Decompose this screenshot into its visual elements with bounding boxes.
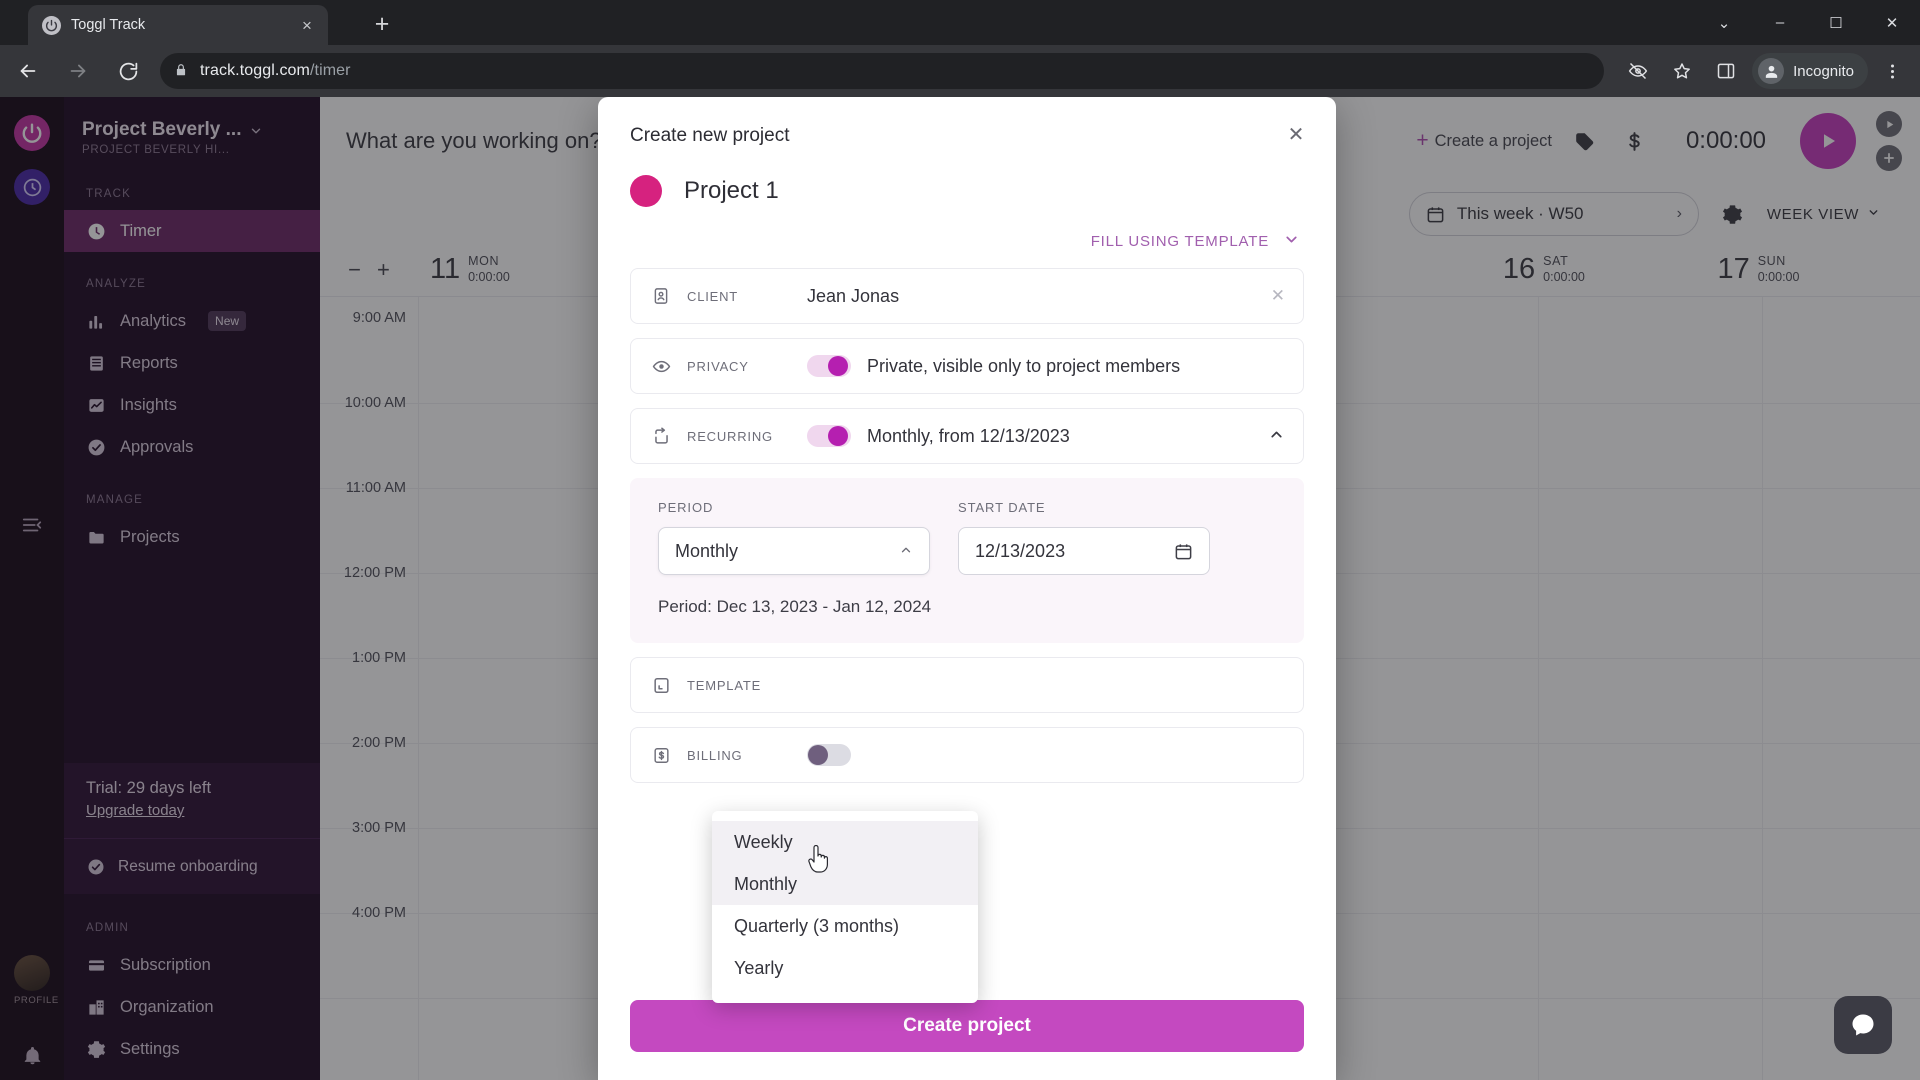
privacy-toggle[interactable] <box>807 355 851 377</box>
modal-fields: CLIENT Jean Jonas ✕ PRIVACY Private, vis… <box>598 252 1336 464</box>
omnibar-icons: Incognito <box>1618 51 1920 91</box>
create-project-button[interactable]: Create project <box>630 1000 1304 1052</box>
clear-client-icon[interactable]: ✕ <box>1271 286 1285 306</box>
fill-using-template-row: FILL USING TEMPLATE <box>598 207 1336 252</box>
incognito-profile-button[interactable]: Incognito <box>1752 53 1868 89</box>
project-name-row: Project 1 <box>598 147 1336 207</box>
window-controls: ⌄ – ☐ ✕ <box>1696 0 1920 45</box>
bookmark-star-icon[interactable] <box>1662 51 1702 91</box>
browser-tab[interactable]: Toggl Track × <box>28 5 328 45</box>
start-date-input[interactable]: 12/13/2023 <box>958 527 1210 575</box>
toggl-favicon-icon <box>42 15 61 35</box>
incognito-eye-icon[interactable] <box>1618 51 1658 91</box>
address-bar[interactable]: track.toggl.com/timer <box>160 53 1605 89</box>
chevron-down-icon <box>1283 231 1300 252</box>
side-panel-icon[interactable] <box>1706 51 1746 91</box>
recurring-period-summary: Period: Dec 13, 2023 - Jan 12, 2024 <box>658 597 932 616</box>
client-field[interactable]: CLIENT Jean Jonas ✕ <box>630 268 1304 324</box>
modal-title: Create new project <box>630 125 790 146</box>
fill-using-template-button[interactable]: FILL USING TEMPLATE <box>1091 231 1300 252</box>
period-label: PERIOD <box>658 500 714 515</box>
chevron-up-icon <box>899 543 913 560</box>
tab-close-icon[interactable]: × <box>296 17 318 34</box>
template-field-label: TEMPLATE <box>687 677 762 693</box>
period-option-quarterly[interactable]: Quarterly (3 months) <box>712 905 978 947</box>
window-minimize-button[interactable]: – <box>1752 0 1808 45</box>
period-option-yearly[interactable]: Yearly <box>712 947 978 989</box>
chevron-up-icon[interactable] <box>1268 426 1285 447</box>
period-option-monthly[interactable]: Monthly <box>712 863 978 905</box>
template-icon <box>651 675 671 695</box>
browser-window: Toggl Track × + ⌄ – ☐ ✕ track.toggl.com/… <box>0 0 1920 1080</box>
repeat-icon <box>651 426 671 446</box>
modal-footer: Create project <box>598 1000 1336 1080</box>
fill-using-template-label: FILL USING TEMPLATE <box>1090 233 1269 250</box>
privacy-field[interactable]: PRIVACY Private, visible only to project… <box>630 338 1304 394</box>
url-text: track.toggl.com/timer <box>200 62 351 79</box>
new-tab-button[interactable]: + <box>365 8 399 42</box>
close-icon[interactable]: ✕ <box>1284 125 1308 145</box>
modal-fields-lower: TEMPLATE BILLING <box>598 657 1336 783</box>
period-options-dropdown: Weekly Monthly Quarterly (3 months) Year… <box>712 811 978 1003</box>
billing-toggle[interactable] <box>807 744 851 766</box>
privacy-label: PRIVACY <box>687 358 749 374</box>
client-value: Jean Jonas <box>807 285 900 306</box>
recurring-value: Monthly, from 12/13/2023 <box>867 425 1070 446</box>
support-chat-button[interactable] <box>1834 996 1892 1054</box>
recurring-label: RECURRING <box>687 428 773 444</box>
window-maximize-button[interactable]: ☐ <box>1808 0 1864 45</box>
period-select[interactable]: Monthly <box>658 527 930 575</box>
client-label: CLIENT <box>687 288 739 304</box>
privacy-value: Private, visible only to project members <box>867 355 1181 376</box>
lock-icon <box>174 63 188 80</box>
browser-more-icon[interactable] <box>1872 51 1912 91</box>
billing-field[interactable]: BILLING <box>630 727 1304 783</box>
tab-title: Toggl Track <box>71 17 146 33</box>
page-viewport: PROFILE Project Beverly ... PROJECT BEVE… <box>0 97 1920 1080</box>
tab-strip: Toggl Track × + ⌄ – ☐ ✕ <box>0 0 1920 45</box>
start-date-label: START DATE <box>958 500 1046 515</box>
window-close-button[interactable]: ✕ <box>1864 0 1920 45</box>
chrome-menu-chevron-icon[interactable]: ⌄ <box>1696 0 1752 45</box>
eye-icon <box>651 356 671 376</box>
template-field[interactable]: TEMPLATE <box>630 657 1304 713</box>
recurring-field[interactable]: RECURRING Monthly, from 12/13/2023 <box>630 408 1304 464</box>
modal-header: Create new project ✕ <box>598 97 1336 147</box>
incognito-avatar-icon <box>1758 58 1785 84</box>
period-select-value: Monthly <box>675 540 739 561</box>
incognito-label: Incognito <box>1793 62 1854 80</box>
person-icon <box>651 286 671 306</box>
recurring-settings-panel: PERIOD START DATE Monthly 12/13/2023 Per… <box>630 478 1304 643</box>
back-button[interactable] <box>6 49 50 93</box>
forward-button[interactable] <box>56 49 100 93</box>
recurring-toggle[interactable] <box>807 425 851 447</box>
reload-button[interactable] <box>106 49 150 93</box>
project-name-input[interactable]: Project 1 <box>684 177 779 205</box>
project-color-swatch[interactable] <box>630 175 662 207</box>
billing-dollar-icon <box>651 745 671 765</box>
period-option-weekly[interactable]: Weekly <box>712 821 978 863</box>
calendar-icon[interactable] <box>1174 542 1193 561</box>
billing-label: BILLING <box>687 747 743 763</box>
omnibar: track.toggl.com/timer Incognito <box>0 45 1920 97</box>
start-date-value: 12/13/2023 <box>975 540 1066 561</box>
